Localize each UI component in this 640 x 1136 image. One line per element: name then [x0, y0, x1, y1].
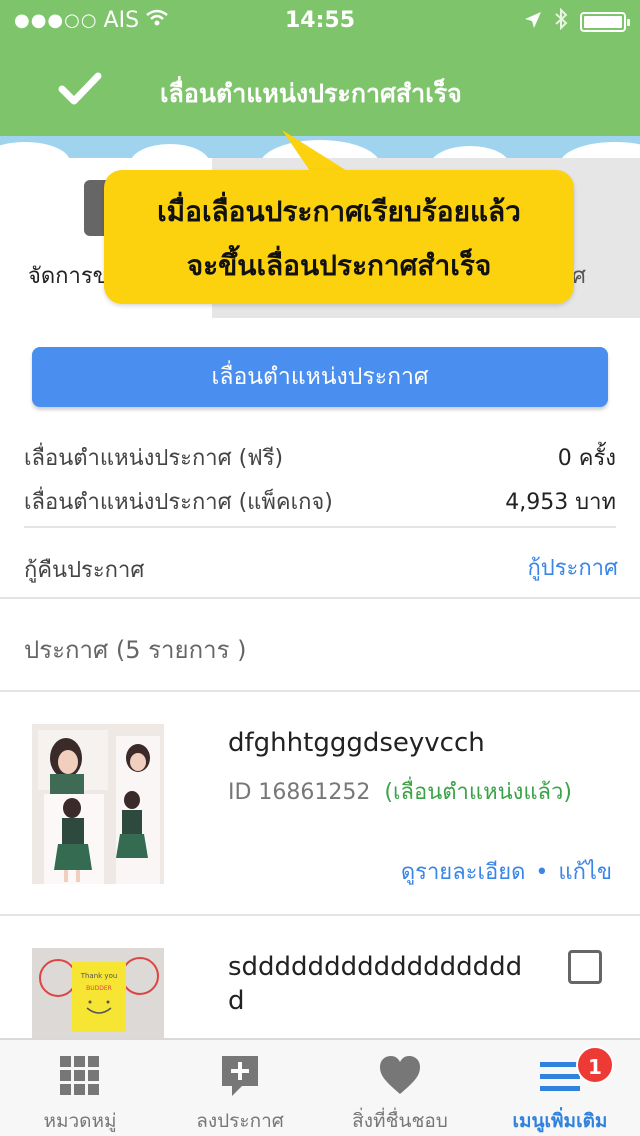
- free-boost-row: เลื่อนตำแหน่งประกาศ (ฟรี) 0 ครั้ง: [24, 440, 616, 475]
- location-arrow-icon: [524, 10, 542, 35]
- listing-thumbnail[interactable]: Thank you BUDDER: [32, 948, 164, 1040]
- recover-link[interactable]: กู้ประกาศ: [527, 550, 618, 585]
- listing-title-line-1[interactable]: sddddddddddddddddd: [228, 952, 522, 982]
- top-header: ●●●○○ AIS 14:55 เลื่อนตำแหน่งประกาศสำเร็…: [0, 0, 640, 136]
- package-boost-label: เลื่อนตำแหน่งประกาศ (แพ็คเกจ): [24, 490, 333, 515]
- divider: [0, 690, 640, 692]
- edit-link[interactable]: แก้ไข: [558, 860, 612, 885]
- tab-more-menu-label: เมนูเพิ่มเติม: [512, 1110, 608, 1132]
- callout-bubble: เมื่อเลื่อนประกาศเรียบร้อยแล้ว จะขึ้นเลื…: [104, 170, 574, 304]
- free-boost-value: 0 ครั้ง: [557, 446, 616, 471]
- tab-other-label[interactable]: ศ: [572, 258, 586, 293]
- free-boost-label: เลื่อนตำแหน่งประกาศ (ฟรี): [24, 446, 284, 471]
- callout-line-2: จะขึ้นเลื่อนประกาศสำเร็จ: [186, 249, 492, 282]
- tab-manage-label[interactable]: จัดการข: [28, 258, 108, 293]
- tab-favorites-label: สิ่งที่ชื่นชอบ: [352, 1110, 448, 1132]
- listing-actions: ดูรายละเอียด • แก้ไข: [401, 854, 612, 889]
- success-toast: เลื่อนตำแหน่งประกาศสำเร็จ: [0, 44, 640, 136]
- tab-post-label: ลงประกาศ: [196, 1110, 284, 1132]
- add-post-icon: [222, 1056, 258, 1096]
- package-boost-value: 4,953 บาท: [505, 490, 616, 515]
- divider: [0, 914, 640, 916]
- svg-text:BUDDER: BUDDER: [86, 985, 112, 992]
- view-details-link[interactable]: ดูรายละเอียด: [401, 860, 526, 885]
- tab-categories-label: หมวดหมู่: [43, 1110, 117, 1132]
- status-bar: ●●●○○ AIS 14:55: [0, 0, 640, 40]
- grid-icon: [60, 1056, 99, 1095]
- listing-status: (เลื่อนตำแหน่งแล้ว): [384, 780, 572, 805]
- svg-text:Thank you: Thank you: [80, 972, 118, 980]
- package-boost-row: เลื่อนตำแหน่งประกาศ (แพ็คเกจ) 4,953 บาท: [24, 484, 616, 519]
- listings-title: ประกาศ (5 รายการ ): [24, 636, 247, 664]
- listing-id-row: ID 16861252 (เลื่อนตำแหน่งแล้ว): [228, 774, 572, 809]
- boost-listing-button[interactable]: เลื่อนตำแหน่งประกาศ: [32, 347, 608, 407]
- tab-favorites[interactable]: สิ่งที่ชื่นชอบ: [320, 1040, 480, 1136]
- tab-more-menu[interactable]: 1 เมนูเพิ่มเติม: [480, 1040, 640, 1136]
- divider: [24, 526, 616, 528]
- listing-id: ID 16861252: [228, 780, 371, 805]
- tab-categories[interactable]: หมวดหมู่: [0, 1040, 160, 1136]
- listing-title[interactable]: dfghhtgggdseyvcch: [228, 728, 485, 758]
- toast-message: เลื่อนตำแหน่งประกาศสำเร็จ: [160, 79, 462, 108]
- callout-line-1: เมื่อเลื่อนประกาศเรียบร้อยแล้ว: [157, 195, 521, 228]
- bottom-tab-bar: หมวดหมู่ ลงประกาศ สิ่งที่ชื่นชอบ 1 เมนูเ…: [0, 1038, 640, 1136]
- recover-label: กู้คืนประกาศ: [24, 558, 145, 583]
- notification-badge: 1: [576, 1046, 614, 1084]
- bluetooth-icon: [554, 7, 568, 36]
- battery-icon: [580, 12, 630, 32]
- listing-title-line-2[interactable]: d: [228, 986, 245, 1016]
- separator-dot: •: [535, 860, 549, 885]
- select-checkbox[interactable]: [568, 950, 602, 984]
- tab-post[interactable]: ลงประกาศ: [160, 1040, 320, 1136]
- checkmark-icon: [58, 72, 102, 110]
- divider: [0, 597, 640, 599]
- listing-thumbnail[interactable]: [32, 724, 164, 884]
- heart-icon: [380, 1056, 420, 1094]
